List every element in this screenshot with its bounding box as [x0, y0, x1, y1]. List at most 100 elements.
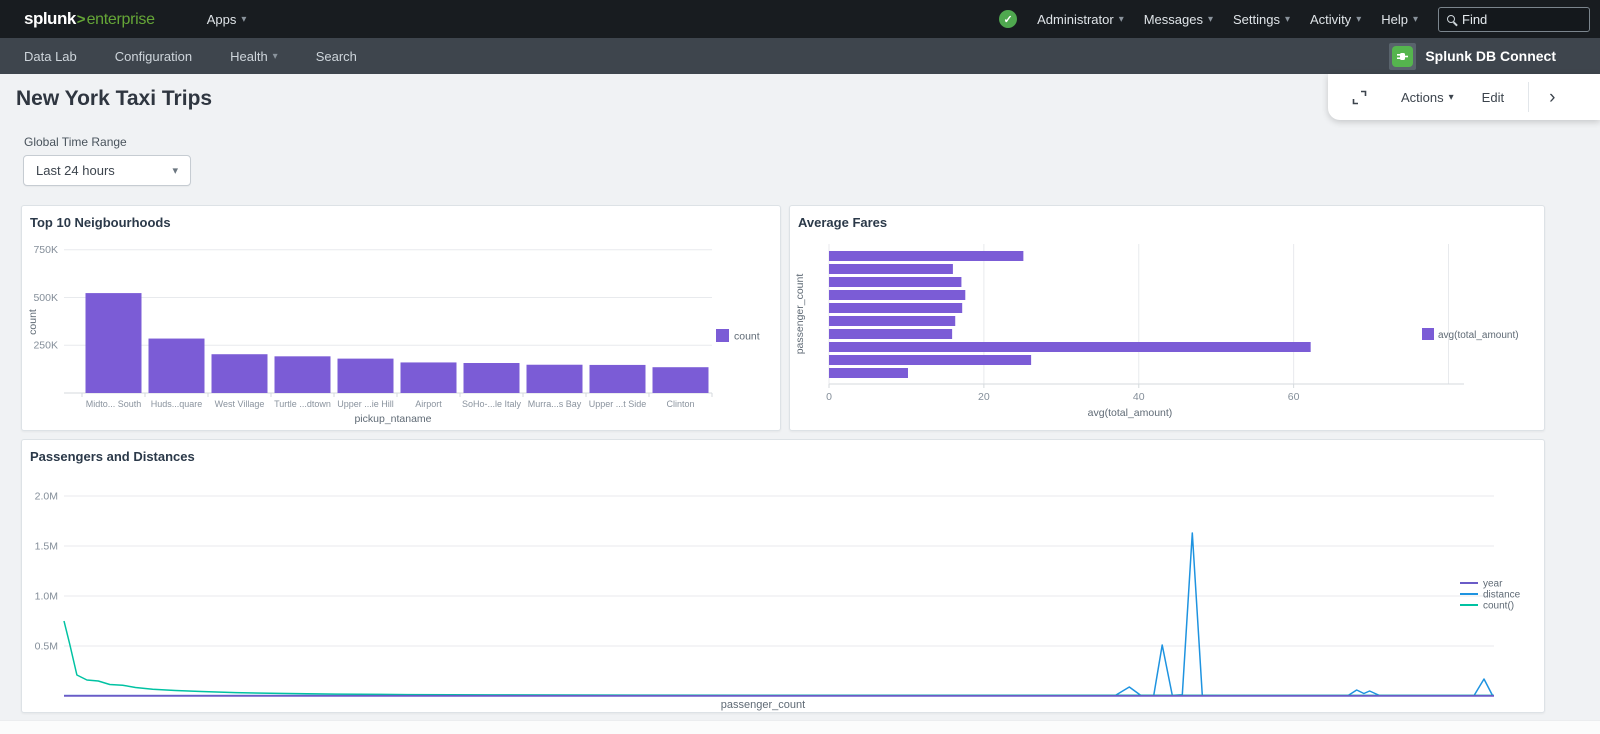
bar-passenger-count-1[interactable] — [829, 264, 953, 274]
y-axis-title: count — [27, 309, 39, 335]
x-tick-label: 20 — [978, 391, 990, 403]
appnav-item-search[interactable]: Search — [316, 49, 357, 64]
appnav-item-health[interactable]: Health▾ — [230, 49, 278, 64]
chevron-right-button[interactable]: › — [1549, 88, 1555, 107]
x-category-label: Murra...s Bay — [528, 399, 582, 409]
time-range-dropdown[interactable]: Last 24 hours ▾ — [23, 155, 191, 186]
line-chart-canvas[interactable]: 0.5M1.0M1.5M2.0Mpassenger_countyeardista… — [22, 466, 1538, 713]
legend-label: distance — [1483, 590, 1521, 601]
search-icon — [1447, 15, 1455, 23]
topnav-menu-messages[interactable]: Messages▾ — [1144, 12, 1213, 27]
bar-west-village[interactable] — [212, 354, 268, 393]
topnav-menu-activity[interactable]: Activity▾ — [1310, 12, 1361, 27]
bar-passenger-count-8[interactable] — [829, 355, 1031, 365]
x-category-label: Upper ...ie Hill — [337, 399, 394, 409]
menu-label: Data Lab — [24, 49, 77, 64]
bar-upper-t-side[interactable] — [590, 365, 646, 393]
plug-glyph — [1396, 50, 1409, 63]
topnav-right-group: ✓ Administrator▾Messages▾Settings▾Activi… — [999, 7, 1590, 32]
top-navigation-bar: splunk > enterprise Apps ▾ ✓ Administrat… — [0, 0, 1600, 38]
x-category-label: Airport — [415, 399, 442, 409]
legend-label: count() — [1483, 601, 1514, 612]
x-tick-label: 40 — [1133, 391, 1145, 403]
time-range-label: Global Time Range — [24, 135, 1600, 149]
find-search-box[interactable] — [1438, 7, 1590, 32]
bar-passenger-count-0[interactable] — [829, 251, 1023, 261]
passengers-and-distances-chart[interactable]: 0.5M1.0M1.5M2.0Mpassenger_countyeardista… — [22, 466, 1544, 713]
x-category-label: West Village — [215, 399, 265, 409]
legend-label: count — [734, 331, 760, 343]
bar-huds-quare[interactable] — [149, 339, 205, 393]
splunk-logo[interactable]: splunk > enterprise — [24, 9, 155, 29]
series-line-count-[interactable] — [64, 621, 1494, 695]
menu-label: Configuration — [115, 49, 192, 64]
appnav-item-configuration[interactable]: Configuration — [115, 49, 192, 64]
legend-label: year — [1483, 579, 1503, 590]
bar-chart-canvas[interactable]: 250K500K750KMidto... SouthHuds...quareWe… — [22, 232, 774, 428]
caret-down-icon: ▾ — [241, 14, 246, 25]
edit-button[interactable]: Edit — [1482, 90, 1504, 105]
x-axis-title: passenger_count — [721, 699, 805, 711]
legend-label: avg(total_amount) — [1438, 330, 1519, 341]
x-category-label: Midto... South — [86, 399, 142, 409]
db-connect-plug-icon — [1389, 43, 1416, 70]
time-range-value: Last 24 hours — [36, 163, 115, 178]
actions-menu-button[interactable]: Actions ▾ — [1401, 90, 1454, 105]
dashboard-panels: Top 10 Neigbourhoods 250K500K750KMidto..… — [21, 205, 1545, 713]
app-title: Splunk DB Connect — [1425, 48, 1556, 64]
y-tick-label: 1.0M — [35, 591, 58, 603]
bar-clinton[interactable] — [653, 367, 709, 393]
panel-passengers-and-distances: Passengers and Distances 0.5M1.0M1.5M2.0… — [21, 439, 1545, 713]
appnav-item-data-lab[interactable]: Data Lab — [24, 49, 77, 64]
y-tick-label: 1.5M — [35, 541, 58, 553]
bar-passenger-count-9[interactable] — [829, 368, 908, 378]
y-tick-label: 750K — [33, 244, 58, 256]
chart-title: Average Fares — [790, 206, 1544, 230]
menu-label: Health — [230, 49, 268, 64]
bar-airport[interactable] — [401, 362, 457, 393]
topnav-menu-settings[interactable]: Settings▾ — [1233, 12, 1290, 27]
y-axis-title: passenger_count — [794, 274, 806, 355]
bar-passenger-count-3[interactable] — [829, 290, 965, 300]
find-input[interactable] — [1462, 12, 1572, 27]
x-category-label: Turtle ...dtown — [274, 399, 331, 409]
bar-murra-s-bay[interactable] — [527, 365, 583, 393]
bar-soho-le-italy[interactable] — [464, 363, 520, 393]
legend-swatch — [716, 329, 729, 342]
average-fares-chart[interactable]: 0204060avg(total_amount)passenger_counta… — [790, 232, 1544, 429]
series-line-distance[interactable] — [64, 533, 1493, 696]
y-tick-label: 0.5M — [35, 641, 58, 653]
health-status-icon[interactable]: ✓ — [999, 10, 1017, 28]
bar-chart-canvas[interactable]: 0204060avg(total_amount)passenger_counta… — [790, 232, 1538, 424]
caret-down-icon: ▾ — [1449, 92, 1454, 103]
panel-top-10-neighbourhoods: Top 10 Neigbourhoods 250K500K750KMidto..… — [21, 205, 781, 431]
appnav-items: Data Lab Configuration Health▾ Search — [24, 49, 357, 64]
bar-passenger-count-2[interactable] — [829, 277, 961, 287]
bar-passenger-count-5[interactable] — [829, 316, 955, 326]
caret-down-icon: ▾ — [1356, 14, 1361, 25]
topnav-menu-help[interactable]: Help▾ — [1381, 12, 1418, 27]
menu-label: Search — [316, 49, 357, 64]
caret-down-icon: ▾ — [1285, 14, 1290, 25]
topnav-menu-administrator[interactable]: Administrator▾ — [1037, 12, 1124, 27]
bar-passenger-count-6[interactable] — [829, 329, 952, 339]
dashboard-action-bar: Actions ▾ Edit › — [1328, 74, 1600, 120]
bar-turtle-dtown[interactable] — [275, 356, 331, 393]
bar-midto-south[interactable] — [86, 293, 142, 393]
caret-down-icon: ▾ — [1208, 14, 1213, 25]
horizontal-scrollbar[interactable] — [0, 720, 1600, 734]
caret-down-icon: ▾ — [172, 164, 178, 177]
bar-passenger-count-4[interactable] — [829, 303, 962, 313]
bar-passenger-count-7[interactable] — [829, 342, 1311, 352]
fullscreen-icon[interactable] — [1352, 90, 1367, 105]
caret-down-icon: ▾ — [1413, 14, 1418, 25]
menu-label: Administrator — [1037, 12, 1114, 27]
app-identity[interactable]: Splunk DB Connect — [1389, 43, 1600, 70]
x-category-label: Upper ...t Side — [589, 399, 647, 409]
legend-swatch — [1422, 328, 1434, 340]
y-tick-label: 250K — [33, 340, 58, 352]
top-10-neighbourhoods-chart[interactable]: 250K500K750KMidto... SouthHuds...quareWe… — [22, 232, 780, 431]
apps-menu[interactable]: Apps ▾ — [207, 12, 247, 27]
divider — [1528, 82, 1529, 112]
bar-upper-ie-hill[interactable] — [338, 359, 394, 393]
